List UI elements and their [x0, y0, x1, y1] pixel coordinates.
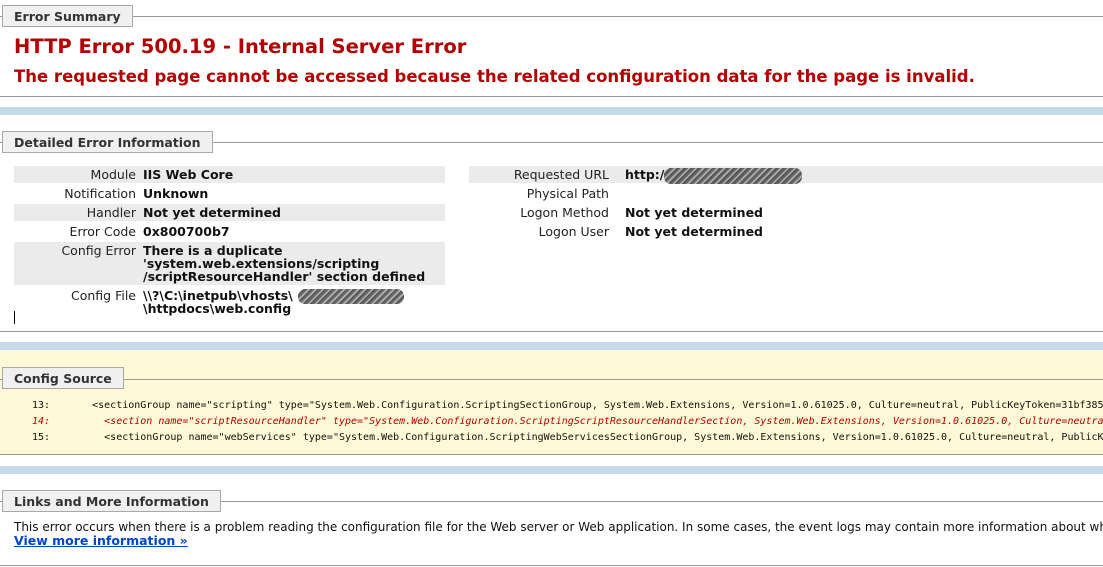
detail-label: Config Error [61, 243, 136, 258]
section-band [0, 107, 1103, 115]
redaction-scribble [298, 289, 404, 304]
section-header-detailed-error: Detailed Error Information [2, 131, 213, 153]
detail-row-notification: Notification Unknown [14, 185, 445, 202]
code-line-number: 15: [32, 432, 51, 443]
detail-row-handler: Handler Not yet determined [14, 204, 445, 221]
detail-value: http:/ [625, 167, 665, 182]
code-line: <sectionGroup name="webServices" type="S… [56, 432, 1103, 443]
detail-row-physical-path: Physical Path [469, 185, 1103, 202]
code-line: <sectionGroup name="scripting" type="Sys… [56, 400, 1103, 411]
detail-value: Not yet determined [625, 205, 764, 220]
redaction-scribble [664, 168, 802, 184]
detail-label: Physical Path [526, 186, 609, 201]
text-cursor [14, 311, 15, 324]
detail-label: Config File [71, 288, 136, 303]
detail-row-config-error: Config Error There is a duplicate 'syste… [14, 242, 445, 285]
detail-label: Handler [86, 205, 136, 220]
detail-value-line: /scriptResourceHandler' section defined [143, 269, 426, 284]
detail-label: Requested URL [513, 167, 609, 182]
code-line-number: 13: [32, 400, 51, 411]
view-more-information-link[interactable]: View more information » [14, 533, 188, 548]
detail-value: IIS Web Core [143, 167, 234, 182]
section-rule [0, 565, 1103, 566]
detail-label: Logon User [538, 224, 609, 239]
links-description: This error occurs when there is a proble… [14, 520, 1103, 534]
code-line-number: 14: [32, 416, 51, 427]
section-band [0, 342, 1103, 350]
detail-value: Not yet determined [625, 224, 764, 239]
section-rule [0, 16, 1103, 17]
detail-value: Unknown [143, 186, 209, 201]
detail-value: 0x800700b7 [143, 224, 230, 239]
section-band [0, 466, 1103, 474]
section-rule [0, 379, 1103, 380]
section-rule [0, 331, 1103, 332]
section-rule [0, 96, 1103, 97]
detail-label: Error Code [69, 224, 136, 239]
detail-label: Module [90, 167, 136, 182]
section-rule [0, 454, 1103, 455]
detail-value: Not yet determined [143, 205, 282, 220]
detail-label: Logon Method [520, 205, 609, 220]
detail-row-logon-user: Logon User Not yet determined [469, 223, 1103, 240]
detail-row-module: Module IIS Web Core [14, 166, 445, 183]
detail-value-line: \httpdocs\web.config [143, 301, 292, 316]
error-title: HTTP Error 500.19 - Internal Server Erro… [14, 35, 467, 58]
section-header-error-summary: Error Summary [2, 5, 133, 27]
error-subtitle: The requested page cannot be accessed be… [14, 67, 975, 86]
detail-row-logon-method: Logon Method Not yet determined [469, 204, 1103, 221]
section-header-links: Links and More Information [2, 490, 221, 512]
detail-row-error-code: Error Code 0x800700b7 [14, 223, 445, 240]
section-header-config-source: Config Source [2, 367, 124, 389]
code-line-highlighted: <section name="scriptResourceHandler" ty… [56, 416, 1103, 427]
detail-label: Notification [64, 186, 136, 201]
